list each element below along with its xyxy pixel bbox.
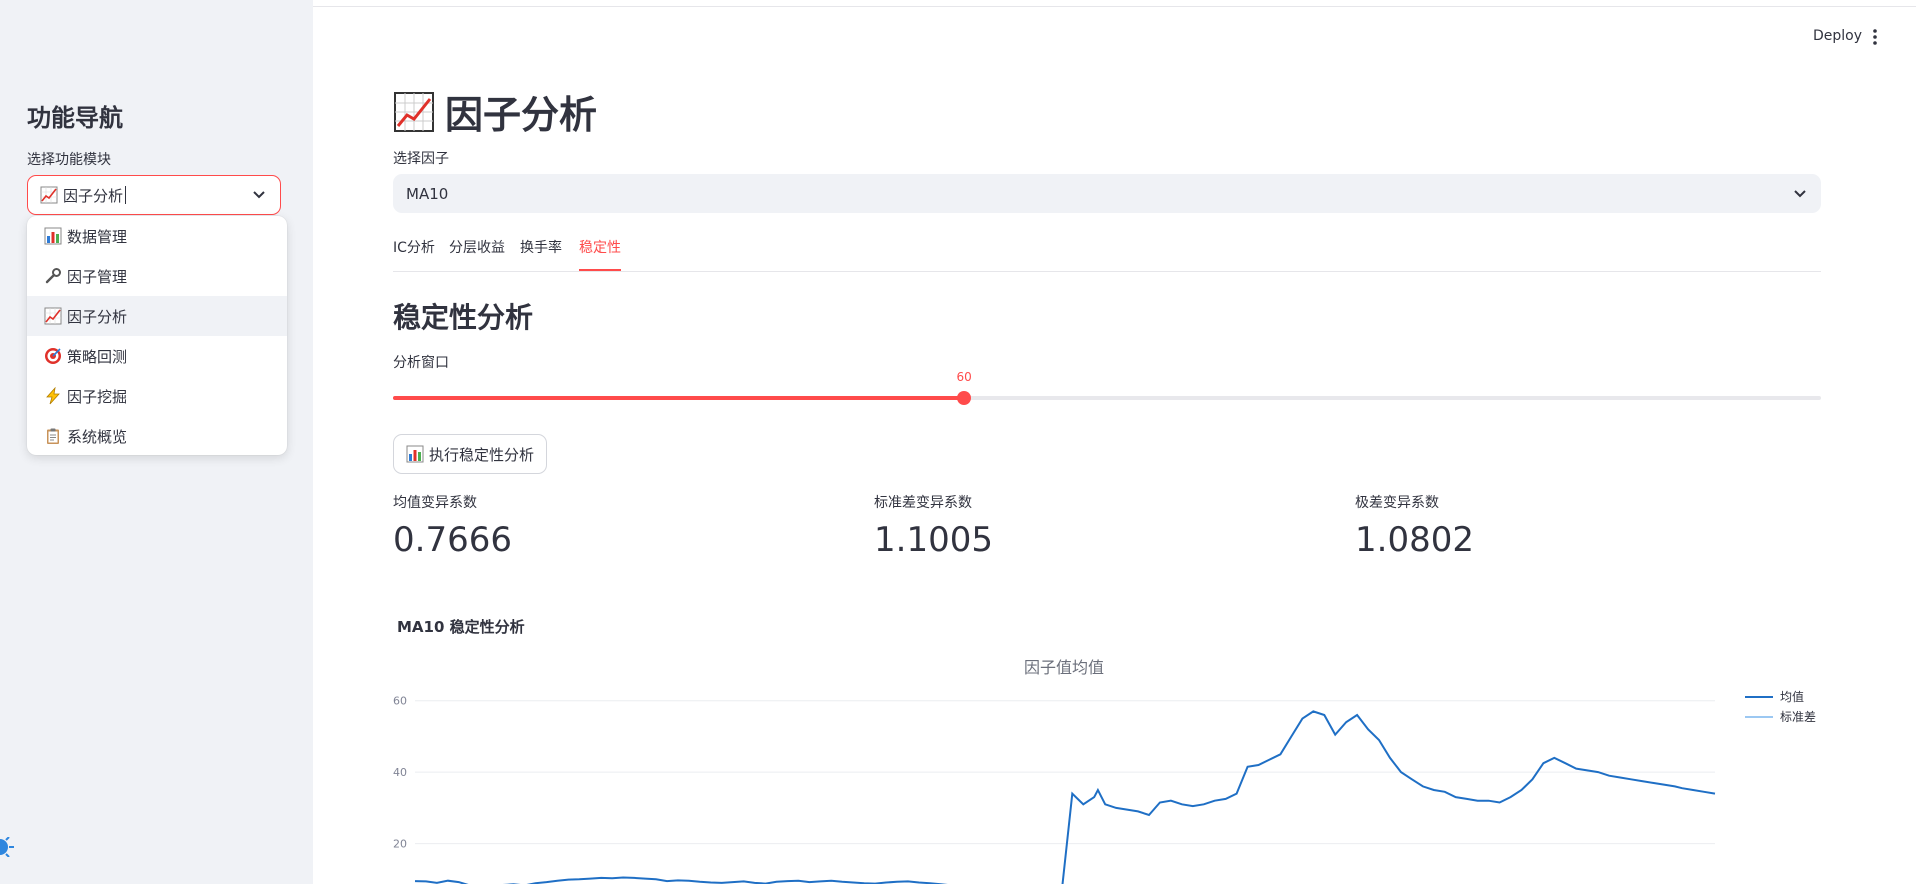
chevron-down-icon[interactable] <box>252 190 266 200</box>
metric-label: 均值变异系数 <box>393 495 477 511</box>
window-slider-label: 分析窗口 <box>393 355 449 371</box>
lightning-icon <box>44 386 62 405</box>
dropdown-option-factor-analysis[interactable]: 因子分析 <box>27 296 287 336</box>
chart-increasing-icon <box>44 307 62 325</box>
dropdown-option-data-management[interactable]: 数据管理 <box>27 216 287 256</box>
text-cursor <box>125 186 127 204</box>
slider-fill <box>393 396 965 400</box>
dropdown-option-label: 系统概览 <box>67 427 128 446</box>
factor-select-value: MA10 <box>406 184 449 203</box>
factor-select-label: 选择因子 <box>393 151 449 167</box>
dropdown-option-label: 因子分析 <box>67 307 128 326</box>
clipboard-icon <box>44 427 62 445</box>
module-select-value: 因子分析 <box>63 186 124 205</box>
header-bar <box>313 0 1916 7</box>
sidebar: 功能导航 选择功能模块 因子分析 数据管理 因子管理 因子分析 策略回测 因子挖… <box>0 0 313 884</box>
dropdown-option-label: 数据管理 <box>67 227 128 246</box>
line-layer <box>414 710 1716 884</box>
theme-toggle-icon[interactable] <box>0 837 16 857</box>
chevron-down-icon[interactable] <box>1793 189 1807 199</box>
factor-select[interactable]: MA10 <box>393 174 1821 213</box>
stability-chart[interactable]: 因子值均值 20 40 60 均值标准差 <box>375 645 1855 884</box>
module-dropdown: 数据管理 因子管理 因子分析 策略回测 因子挖掘 系统概览 <box>27 216 287 455</box>
dropdown-option-system-overview[interactable]: 系统概览 <box>27 416 287 455</box>
dropdown-option-factor-management[interactable]: 因子管理 <box>27 256 287 296</box>
more-menu-icon[interactable] <box>1872 27 1878 47</box>
dropdown-option-label: 因子管理 <box>67 267 128 286</box>
tab-stability[interactable]: 稳定性 <box>579 236 621 271</box>
tab-turnover[interactable]: 换手率 <box>520 236 562 269</box>
dropdown-option-factor-mining[interactable]: 因子挖掘 <box>27 376 287 416</box>
dropdown-option-strategy-backtest[interactable]: 策略回测 <box>27 336 287 376</box>
series-line-mean[interactable] <box>414 710 1716 884</box>
chart-title: 因子值均值 <box>1024 658 1104 677</box>
sidebar-title: 功能导航 <box>27 104 123 132</box>
legend-label[interactable]: 标准差 <box>1780 710 1816 724</box>
grid-layer: 20 40 60 <box>393 695 1715 851</box>
analysis-tabs: IC分析 分层收益 换手率 稳定性 <box>393 236 1821 272</box>
run-stability-analysis-button[interactable]: 执行稳定性分析 <box>393 434 548 474</box>
metric-range-cv: 极差变异系数 1.0802 <box>1355 492 1474 560</box>
chart-heading: MA10 稳定性分析 <box>397 618 525 636</box>
metric-label: 标准差变异系数 <box>874 495 972 511</box>
module-select-label: 选择功能模块 <box>27 152 111 168</box>
y-tick-label: 20 <box>393 838 407 851</box>
dropdown-option-label: 因子挖掘 <box>67 387 128 406</box>
metric-std-cv: 标准差变异系数 1.1005 <box>874 492 993 560</box>
dropdown-option-label: 策略回测 <box>67 347 128 366</box>
deploy-button[interactable]: Deploy <box>1813 28 1862 44</box>
slider-value: 60 <box>956 370 972 384</box>
metric-value: 1.1005 <box>874 520 993 560</box>
section-title: 稳定性分析 <box>393 301 534 334</box>
module-select[interactable]: 因子分析 <box>27 175 281 215</box>
legend[interactable]: 均值标准差 <box>1745 689 1816 724</box>
page-title: 因子分析 <box>445 93 598 137</box>
page-title-row: 因子分析 <box>393 84 597 139</box>
metric-value: 1.0802 <box>1355 520 1474 560</box>
metric-label: 极差变异系数 <box>1355 495 1439 511</box>
y-tick-label: 60 <box>393 695 407 708</box>
tab-layered-returns[interactable]: 分层收益 <box>449 236 505 269</box>
target-icon <box>44 347 62 365</box>
legend-label[interactable]: 均值 <box>1780 689 1804 704</box>
window-slider[interactable]: 60 <box>393 370 1821 405</box>
bar-chart-icon <box>406 445 424 463</box>
chart-increasing-icon <box>394 91 434 132</box>
wrench-icon <box>44 267 62 285</box>
metric-mean-cv: 均值变异系数 0.7666 <box>393 492 512 560</box>
bar-chart-icon <box>44 227 62 245</box>
tab-ic-analysis[interactable]: IC分析 <box>393 236 435 269</box>
metric-value: 0.7666 <box>393 520 512 560</box>
chart-increasing-icon <box>40 186 58 204</box>
slider-handle[interactable] <box>957 391 972 405</box>
y-tick-label: 40 <box>393 766 407 779</box>
run-button-label: 执行稳定性分析 <box>429 445 535 464</box>
